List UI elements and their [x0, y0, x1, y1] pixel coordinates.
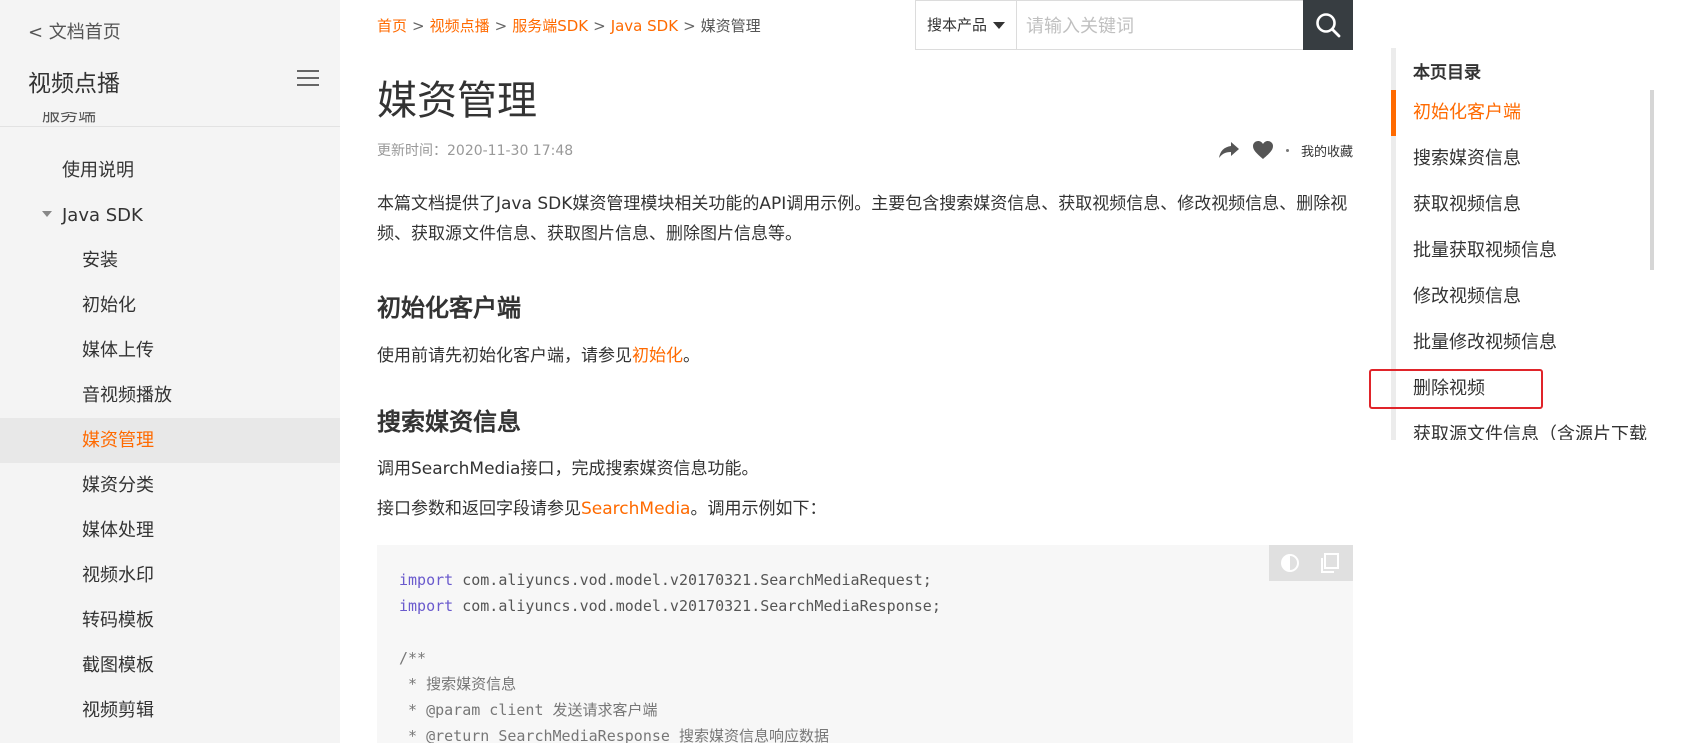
breadcrumb-separator: > — [593, 17, 606, 35]
sidebar-item-init[interactable]: 初始化 — [0, 283, 340, 328]
my-favorites-link[interactable]: 我的收藏 — [1301, 141, 1353, 160]
code-line: /** — [399, 649, 427, 667]
breadcrumb: 首页 > 视频点播 > 服务端SDK > Java SDK > 媒资管理 — [377, 15, 761, 36]
init-paragraph: 使用前请先初始化客户端，请参见初始化。 — [377, 341, 700, 366]
product-title: 视频点播 — [28, 71, 120, 97]
code-block: import com.aliyuncs.vod.model.v20170321.… — [377, 545, 1353, 743]
code-toolbar — [1269, 545, 1353, 581]
sidebar-item-transcode-template[interactable]: 转码模板 — [0, 598, 340, 643]
sidebar-item-label: 媒体处理 — [82, 520, 154, 541]
sidebar-item-label: 转码模板 — [82, 610, 154, 631]
sidebar-item-label: Java SDK — [62, 205, 143, 226]
toc-item-batch-get-video-info[interactable]: 批量获取视频信息 — [1413, 228, 1647, 274]
sidebar-divider — [0, 126, 340, 127]
sidebar-item-watermark[interactable]: 视频水印 — [0, 553, 340, 598]
article-actions: 我的收藏 — [1218, 138, 1353, 162]
sidebar-item-label: 安装 — [82, 250, 118, 271]
sidebar-item-label: 媒资分类 — [82, 475, 154, 496]
sidebar-item-server-sdk-clipped[interactable]: 服务端 — [42, 112, 96, 126]
share-icon[interactable] — [1218, 140, 1240, 160]
toc-item-search-media[interactable]: 搜索媒资信息 — [1413, 136, 1647, 182]
breadcrumb-java-sdk[interactable]: Java SDK — [611, 17, 678, 35]
breadcrumb-home[interactable]: 首页 — [377, 17, 407, 35]
search-scope-dropdown[interactable]: 搜本产品 — [916, 1, 1017, 49]
sidebar-item-label: 视频剪辑 — [82, 700, 154, 721]
ref-paragraph-text: 接口参数和返回字段请参见 — [377, 499, 581, 519]
breadcrumb-vod[interactable]: 视频点播 — [430, 17, 490, 35]
sidebar-item-snapshot-template[interactable]: 截图模板 — [0, 643, 340, 688]
section-heading-search-media: 搜索媒资信息 — [377, 408, 521, 436]
sidebar-item-media-processing[interactable]: 媒体处理 — [0, 508, 340, 553]
breadcrumb-server-sdk[interactable]: 服务端SDK — [512, 17, 588, 35]
breadcrumb-separator: > — [494, 17, 508, 35]
sidebar-item-video-editing[interactable]: 视频剪辑 — [0, 688, 340, 733]
caret-down-icon — [42, 211, 52, 217]
sidebar-item-label: 初始化 — [82, 295, 136, 316]
toc-item-get-video-info[interactable]: 获取视频信息 — [1413, 182, 1647, 228]
code-line: * @return SearchMediaResponse 搜索媒资信息响应数据 — [399, 727, 829, 743]
toc-active-indicator — [1391, 90, 1396, 136]
search-media-ref-paragraph: 接口参数和返回字段请参见SearchMedia。调用示例如下： — [377, 494, 826, 519]
sidebar-item-label: 视频水印 — [82, 565, 154, 586]
init-link[interactable]: 初始化 — [632, 346, 683, 366]
search-scope-label: 搜本产品 — [926, 16, 987, 34]
intro-paragraph: 本篇文档提供了Java SDK媒资管理模块相关功能的API调用示例。主要包含搜索… — [377, 194, 1348, 244]
sidebar-item-playback[interactable]: 音视频播放 — [0, 373, 340, 418]
toc-scrollbar[interactable] — [1650, 90, 1654, 270]
code-line: * 搜索媒资信息 — [399, 675, 517, 693]
sidebar-item-label: 截图模板 — [82, 655, 154, 676]
init-paragraph-text: 使用前请先初始化客户端，请参见 — [377, 346, 632, 366]
theme-toggle-icon[interactable] — [1279, 552, 1301, 574]
init-paragraph-suffix: 。 — [683, 346, 700, 366]
sidebar-nav: 使用说明 Java SDK 安装 初始化 媒体上传 音视频播放 媒资管理 媒资分… — [0, 148, 340, 733]
code-line: import com.aliyuncs.vod.model.v20170321.… — [399, 571, 932, 589]
code-line: import com.aliyuncs.vod.model.v20170321.… — [399, 597, 941, 615]
toc-item-update-video-info[interactable]: 修改视频信息 — [1413, 274, 1647, 320]
search-box: 搜本产品 — [915, 0, 1353, 51]
main-content: 首页>视频点播>服务端SDK>Java SDK>媒资管理 搜本产品 媒资管理 更… — [377, 0, 1353, 743]
sidebar-item-media-category[interactable]: 媒资分类 — [0, 463, 340, 508]
breadcrumb-separator: > — [412, 17, 425, 35]
highlight-annotation-box — [1369, 369, 1543, 409]
copy-icon[interactable] — [1319, 552, 1341, 574]
sidebar-item-java-sdk[interactable]: Java SDK — [0, 193, 340, 238]
separator-dot — [1285, 148, 1289, 152]
sidebar-item-media-management[interactable]: 媒资管理 — [0, 418, 340, 463]
page-title: 媒资管理 — [377, 78, 537, 124]
breadcrumb-separator: > — [683, 17, 696, 35]
toc-item-init-client[interactable]: 初始化客户端 — [1413, 90, 1647, 136]
sidebar-item-usage[interactable]: 使用说明 — [0, 148, 340, 193]
sidebar-item-label: 使用说明 — [62, 160, 134, 181]
ref-paragraph-suffix: 。调用示例如下： — [690, 499, 827, 519]
breadcrumb-current: 媒资管理 — [700, 17, 761, 35]
search-media-paragraph: 调用SearchMedia接口，完成搜索媒资信息功能。 — [377, 459, 759, 479]
sidebar: < 文档首页 视频点播 服务端 使用说明 Java SDK 安装 初始化 媒体上… — [0, 0, 340, 743]
search-icon — [1316, 13, 1341, 38]
search-button[interactable] — [1303, 0, 1353, 50]
toc-title: 本页目录 — [1413, 63, 1481, 83]
sidebar-item-label: 媒体上传 — [82, 340, 154, 361]
sidebar-item-install[interactable]: 安装 — [0, 238, 340, 283]
caret-down-icon — [993, 22, 1005, 29]
toc-item-get-source-file-info[interactable]: 获取源文件信息（含源片下载 — [1413, 412, 1647, 440]
sidebar-item-media-upload[interactable]: 媒体上传 — [0, 328, 340, 373]
toc-item-batch-update-video-info[interactable]: 批量修改视频信息 — [1413, 320, 1647, 366]
hamburger-menu-icon[interactable] — [297, 70, 319, 90]
heart-icon[interactable] — [1252, 140, 1274, 160]
code-line: * @param client 发送请求客户端 — [399, 701, 658, 719]
code-content: import com.aliyuncs.vod.model.v20170321.… — [399, 567, 941, 743]
search-input[interactable] — [1024, 1, 1298, 51]
section-heading-init-client: 初始化客户端 — [377, 294, 521, 322]
searchmedia-link[interactable]: SearchMedia — [581, 499, 690, 519]
updated-time: 更新时间：2020-11-30 17:48 — [377, 143, 574, 159]
sidebar-item-label: 音视频播放 — [82, 385, 172, 406]
back-to-docs-home-link[interactable]: < 文档首页 — [28, 18, 121, 44]
sidebar-item-label: 媒资管理 — [82, 430, 154, 451]
